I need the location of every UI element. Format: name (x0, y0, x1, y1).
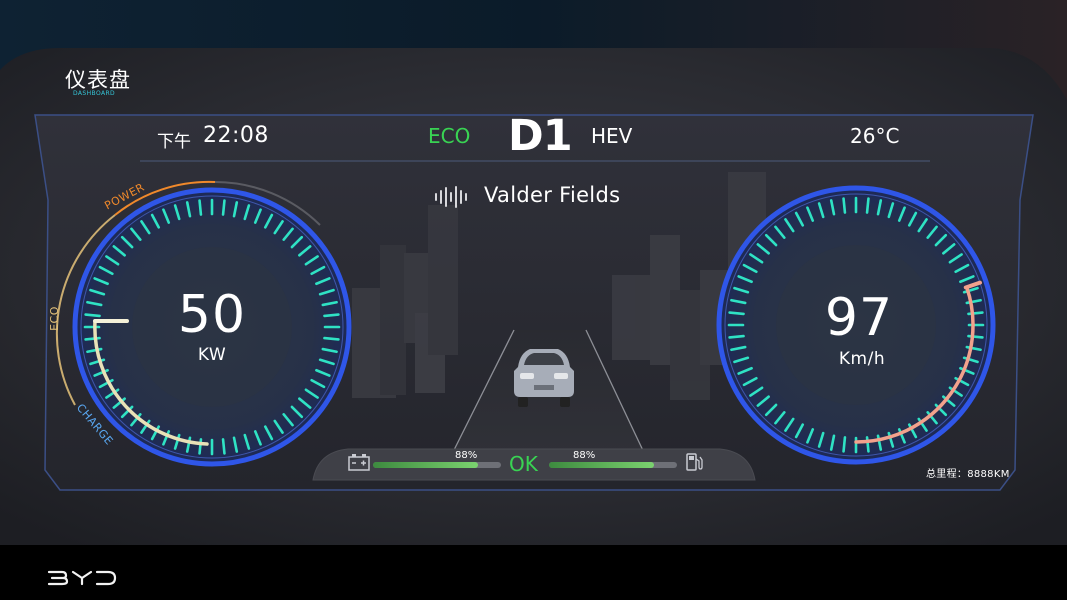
gauge-tick (865, 436, 870, 453)
gear-indicator: D1 (508, 111, 573, 161)
gauge-tick (323, 313, 340, 318)
power-value: 50 (177, 285, 247, 345)
gauge-tick (865, 197, 870, 214)
battery-icon (348, 454, 370, 471)
clock-time: 22:08 (203, 123, 269, 148)
gauge-tick (728, 311, 745, 316)
fuel-percent: 88% (573, 450, 596, 461)
odometer: 总里程：8888KM (926, 469, 1010, 480)
speed-value: 97 (824, 288, 894, 348)
drive-mode-label: HEV (591, 124, 633, 148)
gauge-tick (198, 199, 203, 216)
gauge-tick (728, 334, 745, 339)
time-period: 下午 (157, 132, 191, 152)
battery-level-fill (373, 462, 478, 468)
gauge-tick (323, 336, 340, 341)
fuel-pump-icon (686, 453, 703, 471)
fuel-level-fill (549, 462, 654, 468)
sound-wave-icon (435, 186, 467, 208)
eco-mode-indicator[interactable]: ECO (428, 124, 470, 148)
now-playing-track[interactable]: Valder Fields (484, 183, 620, 207)
gauge-tick (967, 334, 984, 339)
fuel-level-bar (549, 462, 677, 468)
system-status-ok: OK (509, 452, 538, 476)
gauge-tick (967, 311, 984, 316)
byd-logo (47, 570, 117, 586)
gauge-tick (842, 436, 847, 453)
gauge-tick (84, 336, 101, 341)
power-unit: KW (197, 345, 227, 365)
vehicle-icon (514, 349, 574, 407)
dashboard-subtitle: DASHBOARD (73, 90, 116, 97)
speed-unit: Km/h (838, 349, 886, 369)
temperature-readout: 26°C (850, 124, 900, 148)
gauge-tick (221, 199, 226, 216)
gauge-tick (221, 438, 226, 455)
battery-level-bar (373, 462, 501, 468)
gauge-tick (84, 313, 101, 318)
battery-percent: 88% (455, 450, 478, 461)
gauge-tick (198, 438, 203, 455)
eco-arc-label: ECO (47, 306, 61, 331)
gauge-tick (842, 197, 847, 214)
